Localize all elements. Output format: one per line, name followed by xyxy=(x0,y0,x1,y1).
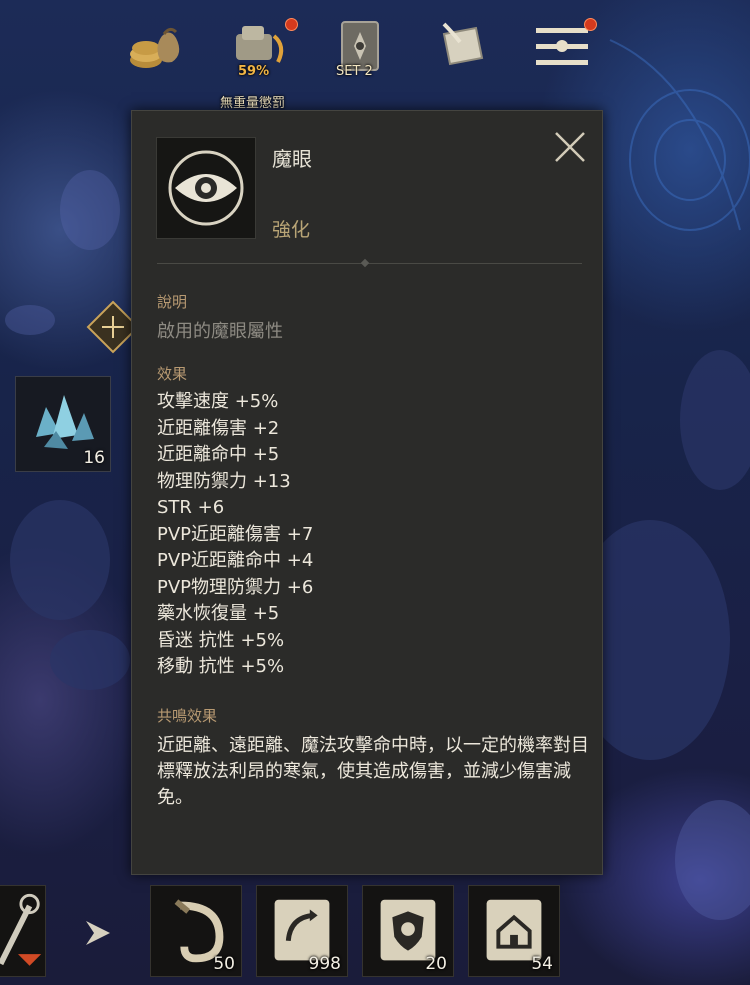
effect-item: PVP近距離傷害 +7 xyxy=(157,523,314,545)
effect-item: 攻擊速度 +5% xyxy=(157,391,279,412)
effect-item: 近距離傷害 +2 xyxy=(157,417,280,439)
divider xyxy=(157,263,582,264)
quick-slot[interactable]: 50 xyxy=(150,885,242,977)
item-icon-frame xyxy=(156,137,256,239)
quest-scroll-icon[interactable] xyxy=(430,14,494,78)
quick-slot[interactable]: 998 xyxy=(256,885,348,977)
weapon-slot[interactable] xyxy=(0,885,46,977)
slot-count: 50 xyxy=(213,954,235,974)
description-text: 啟用的魔眼屬性 xyxy=(157,321,283,342)
sword-icon xyxy=(0,893,42,966)
expand-arrow-icon[interactable] xyxy=(80,915,116,951)
quick-slot[interactable]: 20 xyxy=(362,885,454,977)
effect-item: 物理防禦力 +13 xyxy=(157,470,291,492)
equipment-set-label: SET 2 xyxy=(336,64,373,79)
description-heading: 說明 xyxy=(157,293,188,311)
money-bag-icon[interactable] xyxy=(124,14,188,78)
resonance-text: 近距離、遠距離、魔法攻擊命中時，以一定的機率對目標釋放法利昂的寒氣，使其造成傷害… xyxy=(157,735,589,808)
effect-item: PVP近距離命中 +4 xyxy=(157,550,314,571)
weight-percent: 59% xyxy=(238,64,270,79)
effect-item: 藥水恢復量 +5 xyxy=(157,603,280,624)
effect-item: STR +6 xyxy=(157,497,225,518)
notification-dot xyxy=(584,18,597,31)
effect-item: 移動 抗性 +5% xyxy=(157,656,285,677)
item-name: 魔眼 xyxy=(272,147,312,171)
item-tooltip-panel: 魔眼 強化 說明 啟用的魔眼屬性 效果 攻擊速度 +5% 近距離傷害 +2 近距… xyxy=(131,110,603,875)
weight-status-label: 無重量懲罰 xyxy=(220,96,286,111)
notification-dot xyxy=(285,18,298,31)
item-category: 強化 xyxy=(272,219,311,241)
item-count: 16 xyxy=(83,448,105,468)
slot-count: 20 xyxy=(425,954,447,974)
effect-item: PVP物理防禦力 +6 xyxy=(157,576,314,598)
resonance-heading: 共鳴效果 xyxy=(157,707,218,725)
effects-heading: 效果 xyxy=(157,365,188,383)
effect-item: 昏迷 抗性 +5% xyxy=(157,629,285,651)
evil-eye-icon xyxy=(168,150,244,226)
divider-ornament xyxy=(360,258,370,268)
quick-slot[interactable]: 54 xyxy=(468,885,560,977)
effects-list: 攻擊速度 +5% 近距離傷害 +2 近距離命中 +5 物理防禦力 +13 STR… xyxy=(157,389,313,681)
effect-item: 近距離命中 +5 xyxy=(157,444,280,465)
slot-count: 54 xyxy=(531,954,553,974)
slot-count: 998 xyxy=(308,954,341,974)
close-icon[interactable] xyxy=(552,129,588,165)
crystal-item-slot[interactable]: 16 xyxy=(15,376,111,472)
